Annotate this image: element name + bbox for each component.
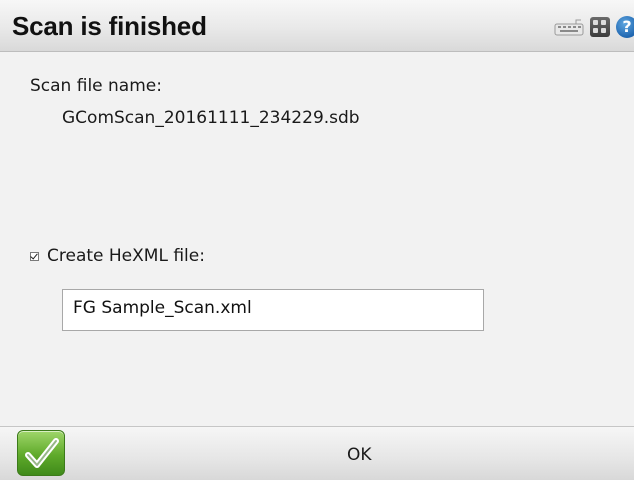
keyboard-icon[interactable] (554, 18, 584, 36)
title-bar: Scan is finished ? (0, 0, 634, 52)
create-hexml-checkbox[interactable] (30, 252, 39, 261)
grid-icon[interactable] (590, 17, 610, 37)
title-bar-icons: ? (554, 16, 634, 38)
checkmark-icon (25, 438, 59, 468)
scan-file-name-value: GComScan_20161111_234229.sdb (62, 108, 360, 128)
window-title: Scan is finished (12, 11, 207, 41)
bottom-bar (0, 426, 634, 480)
ok-checkmark-button[interactable] (17, 430, 65, 476)
scan-file-name-label: Scan file name: (30, 76, 162, 96)
create-hexml-label[interactable]: Create HeXML file: (47, 246, 205, 266)
ok-button[interactable]: OK (347, 445, 372, 465)
help-icon[interactable]: ? (616, 16, 634, 38)
hexml-file-input[interactable]: FG Sample_Scan.xml (62, 289, 484, 331)
dialog-window: Scan is finished ? Scan file name: GComS… (0, 0, 634, 480)
